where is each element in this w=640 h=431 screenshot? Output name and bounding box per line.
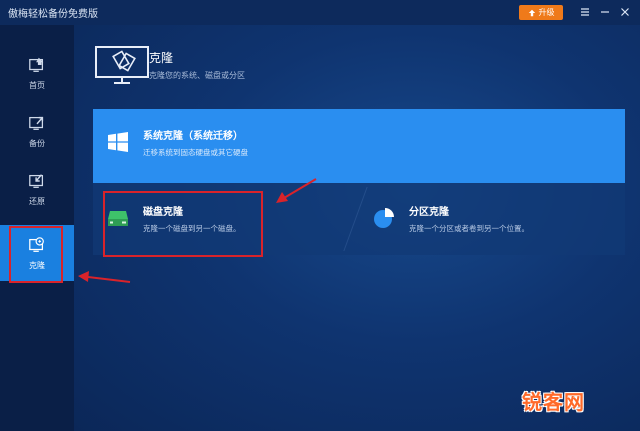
restore-icon [29,173,44,188]
sidebar-item-restore[interactable]: 还原 [0,161,74,217]
partition-clone-desc: 克隆一个分区或者卷到另一个位置。 [409,224,529,233]
sidebar: 首页 备份 还原 克隆 [0,25,74,431]
page-subtitle: 克隆您的系统、磁盘或分区 [149,71,245,80]
clone-icon [29,236,44,252]
home-icon [29,57,44,72]
minimize-button[interactable] [597,4,613,20]
sidebar-item-backup[interactable]: 备份 [0,103,74,159]
system-clone-card[interactable]: 系统克隆（系统迁移） 迁移系统到固态硬盘或其它硬盘 [93,109,625,183]
menu-icon [581,8,589,16]
sidebar-item-home[interactable]: 首页 [0,45,74,101]
disk-clone-title: 磁盘克隆 [143,207,183,218]
sidebar-item-label: 备份 [29,138,45,148]
minimize-icon [601,11,609,13]
close-icon [621,8,629,16]
backup-icon [29,116,44,130]
partition-clone-card[interactable]: 分区克隆 克隆一个分区或者卷到另一个位置。 [359,183,625,255]
upgrade-button[interactable]: 升级 [519,5,563,20]
site-watermark: 锐客网 [522,390,585,414]
system-clone-title: 系统克隆（系统迁移） [143,131,243,142]
close-button[interactable] [617,4,633,20]
disk-icon [108,211,128,226]
sidebar-item-label: 还原 [29,196,45,206]
main-panel: 克隆 克隆您的系统、磁盘或分区 系统克隆（系统迁移） 迁移系统到固态硬盘或其它硬… [74,25,640,431]
partition-clone-title: 分区克隆 [409,207,449,218]
sidebar-item-label: 克隆 [29,260,45,270]
sidebar-item-clone[interactable]: 克隆 [0,225,74,281]
windows-logo-icon [108,132,128,152]
upgrade-arrow-icon [528,9,535,16]
sidebar-item-label: 首页 [29,80,45,90]
system-clone-desc: 迁移系统到固态硬盘或其它硬盘 [143,148,248,157]
page-title: 克隆 [149,51,174,65]
upgrade-label: 升级 [538,8,555,17]
clone-monitor-icon [95,46,149,84]
app-title: 傲梅轻松备份免费版 [8,9,98,20]
disk-clone-card[interactable]: 磁盘克隆 克隆一个磁盘到另一个磁盘。 [93,183,359,255]
partition-pie-icon [374,208,394,228]
clone-options-row: 磁盘克隆 克隆一个磁盘到另一个磁盘。 分区克隆 克隆一个分区或者卷到另一个位置。 [93,183,625,255]
menu-button[interactable] [577,4,593,20]
disk-clone-desc: 克隆一个磁盘到另一个磁盘。 [143,224,241,233]
